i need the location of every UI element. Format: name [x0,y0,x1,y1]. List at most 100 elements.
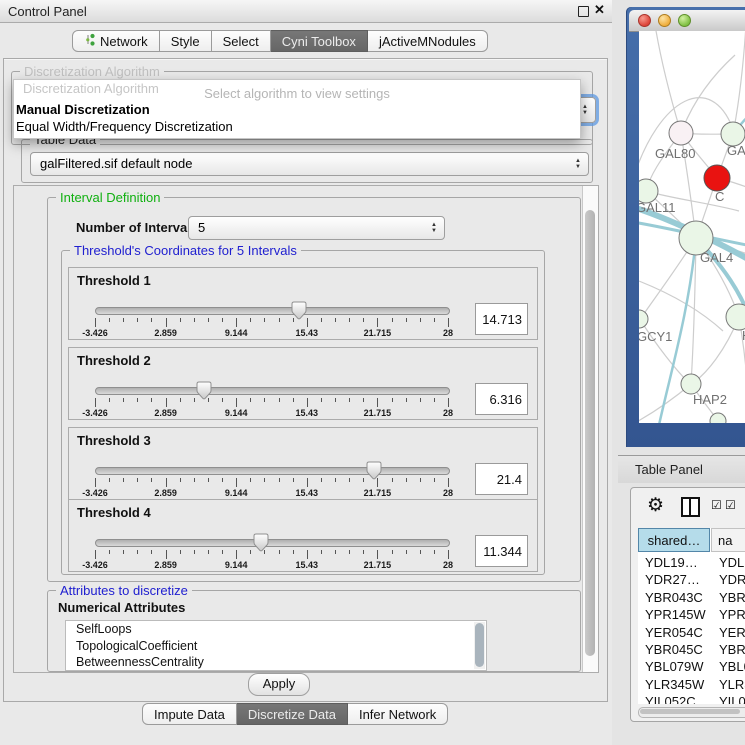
table-row[interactable]: YBR043CYBR0 [638,589,745,606]
numerical-attributes-list[interactable]: SelfLoopsTopologicalCoefficientBetweenne… [65,620,487,671]
tab-label: Discretize Data [248,707,336,722]
tick-mark [307,550,308,559]
slider-thumb[interactable] [253,533,269,558]
axis-tick-label: 2.859 [154,328,177,338]
threshold-value-field[interactable]: 21.4 [475,463,528,495]
node-label: GAL4 [700,250,733,265]
attribute-item[interactable]: BetweennessCentrality [66,654,486,671]
tab-jactivemnodules[interactable]: jActiveMNodules [368,30,488,52]
tick-mark [392,398,393,402]
network-node-h[interactable] [726,304,745,330]
slider-track[interactable] [95,307,450,315]
tab-cyni-toolbox[interactable]: Cyni Toolbox [271,30,368,52]
slider-4: -3.4262.8599.14415.4321.71528 [95,500,448,571]
attributes-scrollbar[interactable] [474,622,485,669]
slider-thumb[interactable] [366,461,382,486]
network-node-gal80[interactable] [669,121,693,145]
table-row[interactable]: YIL052CYIL0 [638,693,745,704]
slider-3: -3.4262.8599.14415.4321.71528 [95,428,448,499]
tab-select[interactable]: Select [212,30,271,52]
tab-style[interactable]: Style [160,30,212,52]
minimize-traffic-light[interactable] [658,14,671,27]
table-row[interactable]: YER054CYER0 [638,624,745,641]
column-header-shared[interactable]: shared… [638,528,710,552]
network-canvas[interactable]: GAL80GACGAL11GAL4GCY1HHAP2 [639,31,745,423]
tick-mark [321,478,322,482]
tick-mark [222,478,223,482]
tick-mark [335,478,336,482]
table-header-row: shared… na [638,528,745,554]
attribute-item[interactable]: TopologicalCoefficient [66,638,486,655]
axis-tick-label: 9.144 [225,560,248,570]
tick-mark [222,550,223,554]
slider-track[interactable] [95,467,450,475]
cell-name: YBR0 [711,589,745,606]
table-row[interactable]: YDR27…YDR2 [638,571,745,588]
zoom-traffic-light[interactable] [678,14,691,27]
scrollbar-thumb[interactable] [640,709,740,714]
columns-icon[interactable] [681,497,700,517]
table-row[interactable]: YDL19…YDL1 [638,554,745,571]
axis-tick-label: 15.43 [296,328,319,338]
tab-impute-data[interactable]: Impute Data [142,703,237,725]
network-node-gcy1[interactable] [639,310,648,328]
table-data-combo[interactable]: galFiltered.sif default node ▲▼ [30,152,589,176]
scrollbar-thumb[interactable] [585,210,595,656]
slider-track[interactable] [95,387,450,395]
threshold-value-field[interactable]: 14.713 [475,303,528,335]
tab-infer-network[interactable]: Infer Network [348,703,448,725]
cell-name: YDL1 [711,554,745,571]
network-edge [655,31,681,133]
table-row[interactable]: YBR045CYBR0 [638,641,745,658]
table-panel-title: Table Panel [635,462,703,477]
tick-mark [95,550,96,559]
tick-mark [250,550,251,554]
tick-mark [109,398,110,402]
tab-label: Cyni Toolbox [282,34,356,49]
table-row[interactable]: YLR345WYLR3 [638,676,745,693]
tick-mark [321,398,322,402]
apply-button[interactable]: Apply [248,673,310,696]
dropdown-option-equal-width-frequency[interactable]: Equal Width/Frequency Discretization [16,119,233,134]
tick-mark [434,318,435,322]
slider-track[interactable] [95,539,450,547]
tick-mark [208,318,209,322]
node-table: shared… na YDL19…YDL1YDR27…YDR2YBR043CYB… [638,528,745,704]
gear-icon[interactable]: ⚙ [647,494,664,517]
close-traffic-light[interactable] [638,14,651,27]
checkbox-icon-b[interactable]: ☑ [725,498,736,512]
checkbox-icon-a[interactable]: ☑ [711,498,722,512]
float-window-icon[interactable] [578,6,589,17]
table-row[interactable]: YBL079WYBL0 [638,658,745,675]
tick-mark [420,318,421,322]
network-node-c[interactable] [704,165,730,191]
table-row[interactable]: YPR145WYPR1 [638,606,745,623]
cell-name: YPR1 [711,606,745,623]
cell-shared-name: YER054C [638,624,711,641]
column-header-name[interactable]: na [711,528,745,552]
tab-network[interactable]: Network [72,30,160,52]
number-of-intervals-combo[interactable]: 5 ▲▼ [188,216,445,240]
network-window-titlebar[interactable] [629,10,745,32]
dropdown-option-manual-discretization[interactable]: Manual Discretization [16,102,150,117]
node-label: HAP2 [693,392,727,407]
tick-mark [222,398,223,402]
tick-mark [236,318,237,327]
slider-thumb[interactable] [196,381,212,406]
threshold-value-field[interactable]: 6.316 [475,383,528,415]
network-node[interactable] [710,413,726,423]
attribute-item[interactable]: SelfLoops [66,621,486,638]
network-edge [681,55,735,133]
threshold-panel-4: Threshold 4-3.4262.8599.14415.4321.71528… [68,499,538,572]
cell-shared-name: YIL052C [638,693,711,704]
slider-thumb[interactable] [291,301,307,326]
vertical-scrollbar[interactable] [582,186,598,672]
threshold-value-field[interactable]: 11.344 [475,535,528,567]
horizontal-scrollbar[interactable] [638,707,745,718]
axis-tick-label: -3.426 [82,560,108,570]
tick-mark [109,478,110,482]
network-node-hap2[interactable] [681,374,701,394]
close-icon[interactable]: ✕ [594,2,605,18]
cell-shared-name: YLR345W [638,676,711,693]
tab-discretize-data[interactable]: Discretize Data [237,703,348,725]
